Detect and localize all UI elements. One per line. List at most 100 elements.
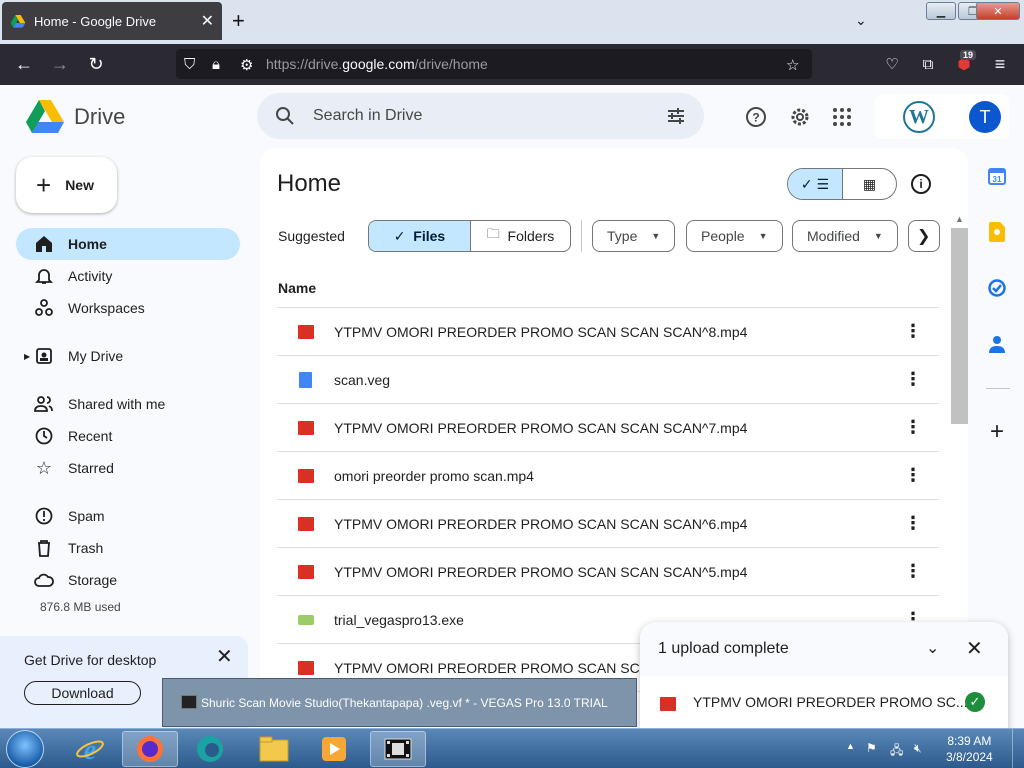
- cloud-icon: [34, 570, 54, 590]
- check-circle-icon: ✓: [965, 692, 985, 712]
- reload-icon[interactable]: ↻: [84, 52, 108, 76]
- table-row[interactable]: YTPMV OMORI PREORDER PROMO SCAN SCAN SCA…: [277, 404, 939, 452]
- more-actions-icon[interactable]: ⋮: [904, 369, 922, 391]
- show-desktop-button[interactable]: [1012, 729, 1024, 768]
- scrollbar-thumb[interactable]: [951, 228, 968, 424]
- firefox-taskbar-button[interactable]: [122, 731, 178, 767]
- rail-divider: [986, 388, 1010, 389]
- people-filter-chip[interactable]: People ▼: [686, 220, 783, 252]
- avatar[interactable]: T: [969, 101, 1001, 133]
- action-center-flag-icon[interactable]: ⚑: [866, 741, 877, 755]
- contacts-icon[interactable]: [987, 334, 1007, 354]
- tab-close-icon[interactable]: ✕: [201, 11, 214, 31]
- list-view-button[interactable]: ✓ ☰: [788, 169, 842, 199]
- info-icon[interactable]: i: [911, 174, 931, 194]
- drive-logo[interactable]: Drive: [26, 100, 125, 134]
- name-column-header[interactable]: Name: [278, 280, 316, 296]
- browser-toolbar: ← → ↻ ⛉ 🔒︎ ⚙︎ https://drive. google.com/d…: [0, 44, 1024, 85]
- add-addon-plus-icon[interactable]: +: [987, 418, 1007, 445]
- more-actions-icon[interactable]: ⋮: [904, 513, 922, 535]
- volume-muted-icon[interactable]: 🔇︎: [914, 741, 922, 756]
- folders-chip[interactable]: 🗀︎ Folders: [470, 221, 570, 251]
- lock-icon[interactable]: 🔒︎: [212, 56, 220, 73]
- more-actions-icon[interactable]: ⋮: [904, 321, 922, 343]
- bookmark-star-icon[interactable]: ☆: [786, 56, 799, 74]
- sidebar-item-activity[interactable]: Activity: [16, 260, 240, 292]
- download-button[interactable]: Download: [24, 681, 141, 705]
- uploaded-file-name[interactable]: YTPMV OMORI PREORDER PROMO SC...: [693, 694, 968, 710]
- vegas-pro-taskbar-button[interactable]: [370, 731, 426, 767]
- sidebar-item-home[interactable]: Home: [16, 228, 240, 260]
- table-row[interactable]: YTPMV OMORI PREORDER PROMO SCAN SCAN SCA…: [277, 308, 939, 356]
- edge-icon[interactable]: [182, 731, 238, 767]
- extensions-icon[interactable]: ⧉: [916, 52, 940, 76]
- modified-filter-chip[interactable]: Modified ▼: [792, 220, 898, 252]
- close-icon[interactable]: ✕: [216, 644, 233, 669]
- chevron-right-icon: ❯: [917, 228, 931, 245]
- dropdown-arrow-icon: ▼: [873, 231, 883, 241]
- new-tab-button[interactable]: +: [232, 10, 245, 32]
- calendar-icon[interactable]: 31: [987, 166, 1007, 186]
- sidebar-item-starred[interactable]: ☆ Starred: [16, 452, 240, 484]
- table-row[interactable]: scan.veg ⋮: [277, 356, 939, 404]
- keep-icon[interactable]: [987, 222, 1007, 242]
- executable-file-icon: [298, 615, 314, 625]
- back-arrow-icon[interactable]: ←: [12, 52, 36, 76]
- internet-explorer-icon[interactable]: e: [62, 731, 118, 767]
- type-filter-chip[interactable]: Type ▼: [592, 220, 676, 252]
- expand-arrow-icon[interactable]: ▶: [24, 352, 30, 361]
- list-icon: ☰: [816, 175, 830, 192]
- new-button[interactable]: + New: [16, 157, 117, 213]
- more-actions-icon[interactable]: ⋮: [904, 465, 922, 487]
- settings-gear-icon[interactable]: [789, 106, 811, 128]
- close-icon[interactable]: ✕: [966, 636, 983, 661]
- sidebar-item-spam[interactable]: Spam: [16, 500, 240, 532]
- search-icon[interactable]: [275, 106, 295, 126]
- minimize-button[interactable]: ▁: [926, 2, 956, 20]
- window-close-button[interactable]: ✕: [976, 2, 1020, 20]
- show-hidden-icons-icon[interactable]: ▲: [846, 741, 855, 751]
- video-file-icon: [298, 469, 314, 483]
- list-tabs-chevron-icon[interactable]: ⌄: [855, 12, 867, 29]
- sidebar-item-storage[interactable]: Storage: [16, 564, 240, 596]
- video-file-icon: [298, 517, 314, 531]
- video-file-icon: [298, 661, 314, 675]
- search-input[interactable]: Search in Drive: [257, 93, 704, 139]
- grid-view-button[interactable]: ▦: [841, 169, 896, 199]
- system-clock[interactable]: 8:39 AM 3/8/2024: [946, 733, 993, 765]
- sidebar-item-shared-with-me[interactable]: Shared with me: [16, 388, 240, 420]
- plus-icon: +: [36, 170, 52, 200]
- sidebar-item-my-drive[interactable]: ▶ My Drive: [16, 340, 240, 372]
- address-bar[interactable]: ⛉ 🔒︎ ⚙︎ https://drive. google.com/drive/h…: [176, 49, 812, 79]
- media-player-icon[interactable]: [306, 731, 362, 767]
- tasks-icon[interactable]: [987, 278, 1007, 298]
- sidebar-item-trash[interactable]: Trash: [16, 532, 240, 564]
- shield-icon[interactable]: ⛉: [184, 56, 195, 73]
- files-chip[interactable]: ✓ Files: [369, 221, 470, 251]
- pocket-icon[interactable]: ♡: [880, 52, 904, 76]
- table-row[interactable]: YTPMV OMORI PREORDER PROMO SCAN SCAN SCA…: [277, 500, 939, 548]
- help-icon[interactable]: ?: [745, 106, 767, 128]
- page-title: Home: [277, 170, 342, 197]
- network-icon[interactable]: 🖧︎: [890, 741, 903, 762]
- table-row[interactable]: omori preorder promo scan.mp4 ⋮: [277, 452, 939, 500]
- file-explorer-icon[interactable]: [246, 731, 302, 767]
- tab-google-drive[interactable]: Home - Google Drive ✕: [2, 2, 222, 40]
- permissions-icon[interactable]: ⚙︎: [240, 56, 253, 74]
- apps-grid-icon[interactable]: [831, 106, 853, 128]
- chevron-down-icon[interactable]: ⌄: [926, 638, 939, 658]
- search-options-icon[interactable]: [666, 106, 686, 126]
- taskbar-window-preview[interactable]: Shuric Scan Movie Studio(Thekantapapa) .…: [162, 678, 637, 727]
- files-folders-toggle: ✓ Files 🗀︎ Folders: [368, 220, 571, 252]
- sidebar-item-workspaces[interactable]: Workspaces: [16, 292, 240, 324]
- chips-scroll-right-button[interactable]: ❯: [908, 220, 940, 252]
- menu-hamburger-icon[interactable]: ≡: [988, 52, 1012, 76]
- more-actions-icon[interactable]: ⋮: [904, 417, 922, 439]
- forward-arrow-icon[interactable]: →: [48, 52, 72, 76]
- table-row[interactable]: YTPMV OMORI PREORDER PROMO SCAN SCAN SCA…: [277, 548, 939, 596]
- sidebar-item-recent[interactable]: Recent: [16, 420, 240, 452]
- more-actions-icon[interactable]: ⋮: [904, 561, 922, 583]
- scroll-up-arrow-icon[interactable]: ▲: [955, 214, 964, 224]
- clock-time: 8:39 AM: [947, 734, 992, 748]
- start-button[interactable]: [6, 730, 44, 768]
